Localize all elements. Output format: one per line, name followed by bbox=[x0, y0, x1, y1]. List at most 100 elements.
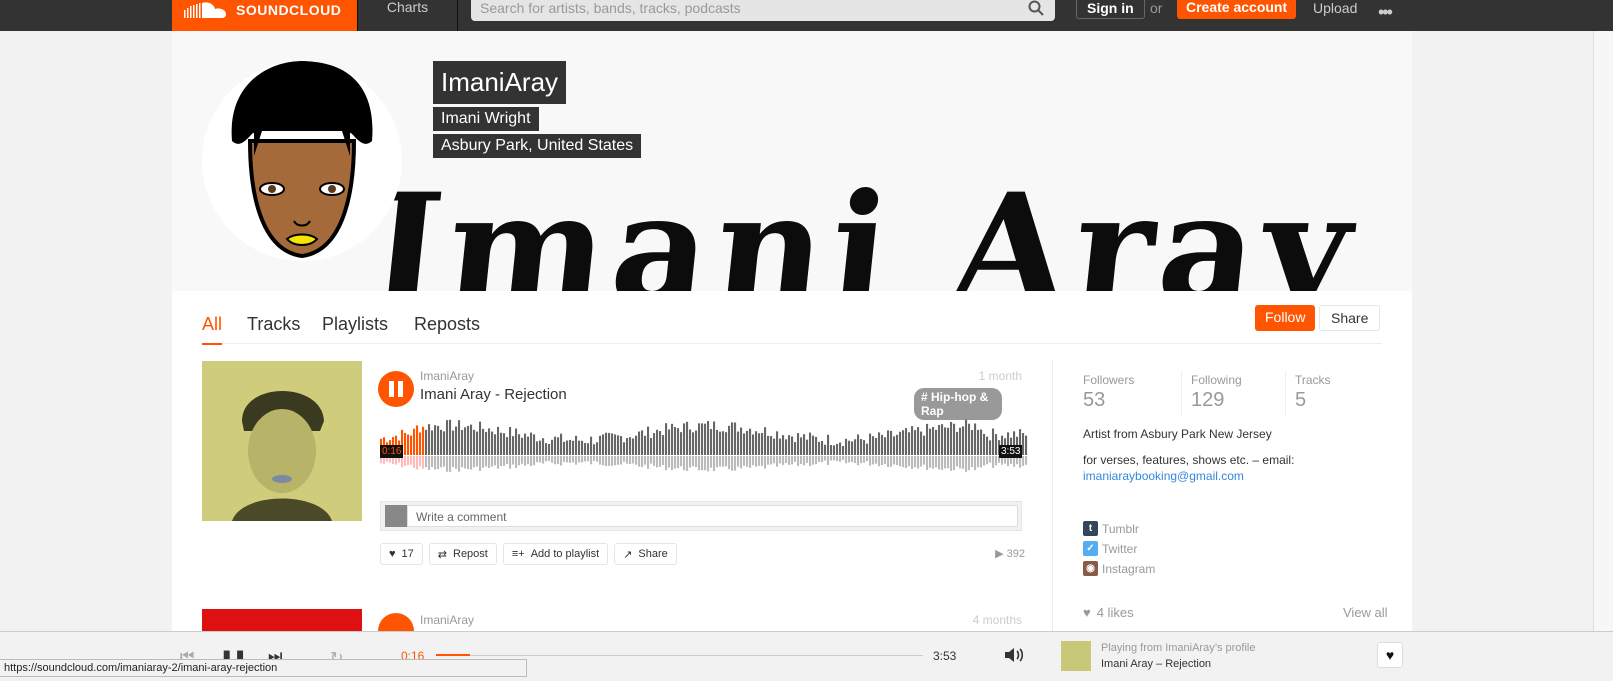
email-link[interactable]: imaniaraybooking@gmail.com bbox=[1083, 469, 1244, 483]
waveform[interactable] bbox=[380, 417, 1028, 477]
tab-all[interactable]: All bbox=[202, 314, 223, 345]
play-count-icon: ▶ bbox=[995, 548, 1007, 560]
pause-button[interactable] bbox=[378, 371, 414, 407]
like-button[interactable]: ♥ 17 bbox=[380, 543, 423, 565]
soundcloud-logo[interactable]: SOUNDCLOUD bbox=[172, 0, 357, 31]
genre-tag[interactable]: # Hip-hop & Rap bbox=[914, 388, 1002, 420]
social-link-tumblr[interactable]: t Tumblr bbox=[1083, 521, 1139, 536]
waveform-reflection-bar bbox=[527, 456, 530, 465]
waveform-bar bbox=[716, 429, 719, 455]
waveform-bar bbox=[497, 426, 500, 455]
waveform-bar bbox=[473, 429, 476, 455]
now-playing-artwork[interactable] bbox=[1061, 641, 1091, 671]
page-scrollbar[interactable] bbox=[1593, 31, 1613, 681]
waveform-reflection-bar bbox=[659, 456, 662, 467]
like-current-track-icon[interactable]: ♥ bbox=[1377, 642, 1403, 668]
waveform-reflection-bar bbox=[971, 456, 974, 468]
track-uploader-link[interactable]: ImaniAray bbox=[420, 613, 474, 627]
search-icon[interactable] bbox=[1027, 0, 1045, 17]
waveform-bar bbox=[551, 439, 554, 455]
waveform-bar bbox=[773, 438, 776, 455]
waveform-reflection-bar bbox=[758, 456, 761, 466]
waveform-reflection-bar bbox=[761, 456, 764, 466]
create-account-button[interactable]: Create account bbox=[1177, 0, 1297, 19]
tab-playlists[interactable]: Playlists bbox=[322, 314, 388, 343]
nav-charts-link[interactable]: Charts bbox=[357, 0, 458, 31]
social-link-twitter[interactable]: ✓ Twitter bbox=[1083, 541, 1137, 556]
upload-link[interactable]: Upload bbox=[1313, 0, 1357, 16]
brand-name: SOUNDCLOUD bbox=[236, 1, 342, 18]
waveform-reflection-bar bbox=[437, 456, 440, 470]
likes-header[interactable]: ♥ 4 likes bbox=[1083, 605, 1134, 620]
volume-icon[interactable] bbox=[1003, 646, 1025, 664]
waveform-reflection-bar bbox=[797, 456, 800, 466]
waveform-bar bbox=[560, 433, 563, 455]
comment-input[interactable]: Write a comment bbox=[407, 505, 1018, 527]
profile-avatar[interactable] bbox=[202, 61, 402, 261]
waveform-bar bbox=[575, 435, 578, 455]
waveform-bar bbox=[719, 431, 722, 455]
view-all-likes-link[interactable]: View all bbox=[1343, 605, 1413, 620]
track-title-link[interactable]: Imani Aray - Rejection bbox=[420, 386, 567, 403]
waveform-reflection-bar bbox=[770, 456, 773, 465]
waveform-reflection-bar bbox=[992, 456, 995, 468]
tab-tracks[interactable]: Tracks bbox=[247, 314, 300, 343]
waveform-reflection-bar bbox=[947, 456, 950, 469]
waveform-bar bbox=[635, 435, 638, 455]
waveform-reflection-bar bbox=[737, 456, 740, 467]
waveform-bar bbox=[797, 433, 800, 455]
now-playing-title[interactable]: Imani Aray – Rejection bbox=[1101, 658, 1211, 670]
waveform-bar bbox=[737, 431, 740, 455]
track-artwork[interactable] bbox=[202, 361, 362, 521]
tracks-stat[interactable]: Tracks 5 bbox=[1295, 373, 1331, 412]
add-to-playlist-button[interactable]: ≡+ Add to playlist bbox=[502, 543, 609, 565]
following-count: 129 bbox=[1191, 389, 1225, 411]
waveform-bar bbox=[878, 432, 881, 455]
player-progress-track[interactable] bbox=[436, 655, 923, 656]
waveform-reflection-bar bbox=[812, 456, 815, 465]
waveform-bar bbox=[689, 429, 692, 455]
followers-stat[interactable]: Followers 53 bbox=[1083, 373, 1134, 412]
share-track-button[interactable]: ↗ Share bbox=[614, 543, 677, 565]
waveform-reflection-bar bbox=[413, 456, 416, 468]
waveform-bar bbox=[521, 437, 524, 455]
waveform-reflection-bar bbox=[857, 456, 860, 466]
share-profile-button[interactable]: Share bbox=[1319, 305, 1381, 331]
track-uploader-link[interactable]: ImaniAray bbox=[420, 369, 474, 383]
waveform-bar bbox=[752, 434, 755, 455]
waveform-reflection-bar bbox=[893, 456, 896, 465]
track-actions: ♥ 17 ⇄ Repost ≡+ Add to playlist ↗ Share bbox=[380, 543, 677, 565]
search-input[interactable]: Search for artists, bands, tracks, podca… bbox=[471, 0, 1055, 21]
follow-button[interactable]: Follow bbox=[1255, 305, 1316, 331]
waveform-bar bbox=[944, 427, 947, 455]
repost-button[interactable]: ⇄ Repost bbox=[428, 543, 497, 565]
waveform-bar bbox=[614, 434, 617, 455]
waveform-reflection-bar bbox=[680, 456, 683, 467]
waveform-bar bbox=[767, 435, 770, 455]
waveform-reflection-bar bbox=[518, 456, 521, 466]
waveform-reflection-bar bbox=[734, 456, 737, 471]
playing-from-label[interactable]: Playing from ImaniAray’s profile bbox=[1101, 642, 1255, 654]
waveform-bar bbox=[962, 426, 965, 455]
waveform-reflection-bar bbox=[473, 456, 476, 468]
following-stat[interactable]: Following 129 bbox=[1191, 373, 1242, 412]
tab-reposts[interactable]: Reposts bbox=[414, 314, 480, 343]
waveform-bar bbox=[608, 432, 611, 455]
share-label: Share bbox=[638, 548, 668, 560]
profile-page: Imani Aray ImaniAray Imani Wright Asbury… bbox=[172, 31, 1412, 681]
waveform-reflection-bar bbox=[827, 456, 830, 466]
waveform-reflection-bar bbox=[629, 456, 632, 465]
waveform-reflection-bar bbox=[644, 456, 647, 465]
waveform-bar bbox=[782, 435, 785, 455]
waveform-reflection-bar bbox=[764, 456, 767, 469]
social-link-instagram[interactable]: ◉ Instagram bbox=[1083, 561, 1155, 576]
waveform-reflection-bar bbox=[626, 456, 629, 464]
sign-in-button[interactable]: Sign in bbox=[1076, 0, 1145, 19]
waveform-bar bbox=[707, 421, 710, 455]
more-menu-icon[interactable]: ••• bbox=[1378, 2, 1393, 23]
avatar-illustration bbox=[231, 61, 373, 259]
waveform-bar bbox=[848, 440, 851, 455]
waveform-reflection-bar bbox=[950, 456, 953, 471]
waveform-bar bbox=[704, 423, 707, 455]
waveform-bar bbox=[851, 441, 854, 455]
